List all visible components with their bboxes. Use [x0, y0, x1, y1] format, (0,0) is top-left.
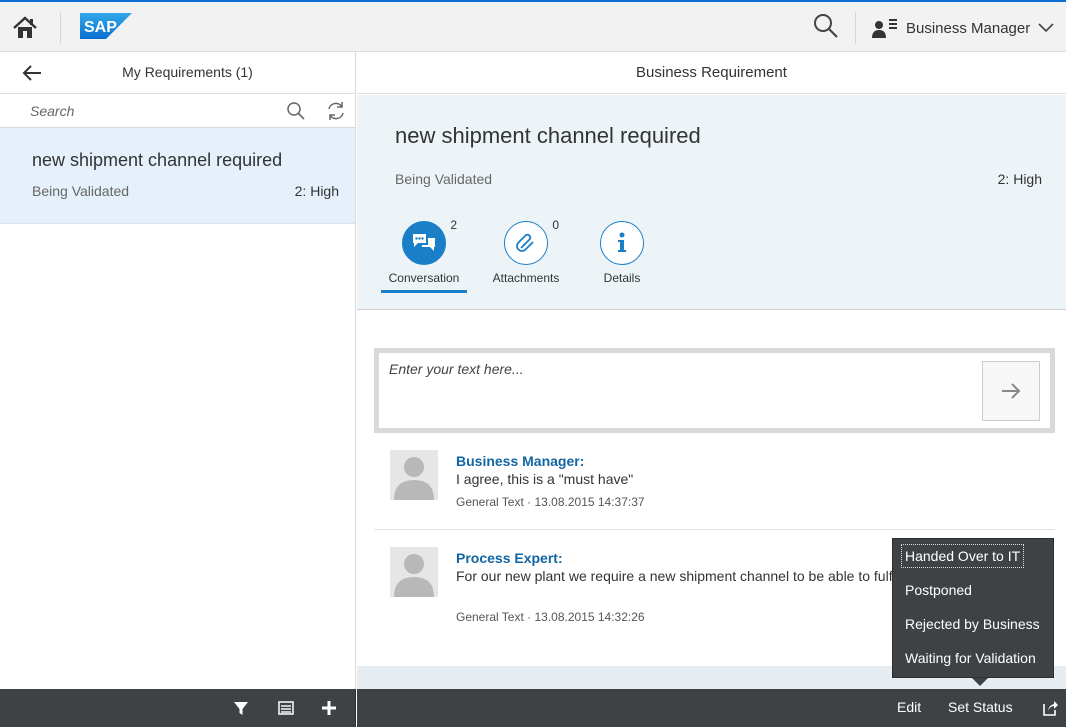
- object-header: new shipment channel required Being Vali…: [357, 95, 1066, 310]
- status-option-handed-over-to-it[interactable]: Handed Over to IT: [893, 539, 1053, 573]
- feed-text-input[interactable]: [379, 353, 974, 428]
- user-icon: [872, 19, 897, 38]
- popover-arrow: [972, 678, 988, 686]
- divider: [855, 12, 856, 44]
- conversation-icon: [413, 234, 435, 251]
- user-name: Business Manager: [906, 19, 1031, 37]
- feed-meta: General Text · 13.08.2015 14:32:26: [456, 610, 645, 624]
- avatar: [390, 547, 438, 597]
- logo-text: SAP: [84, 19, 117, 36]
- feed-sender[interactable]: Business Manager:: [456, 453, 584, 469]
- attachments-tab-circle: 0: [504, 218, 559, 265]
- user-menu[interactable]: Business Manager: [872, 16, 1054, 40]
- search-icon[interactable]: [812, 12, 840, 40]
- home-icon[interactable]: [10, 14, 40, 42]
- object-status: Being Validated: [395, 171, 493, 187]
- feed-input-area: [379, 353, 1050, 428]
- tab-details[interactable]: Details: [577, 221, 667, 285]
- master-title: My Requirements (1): [122, 64, 253, 80]
- status-option-label: Postponed: [905, 582, 972, 598]
- detail-title: Business Requirement: [357, 52, 1066, 94]
- master-footer: [0, 689, 356, 727]
- set-status-popover: Handed Over to IT Postponed Rejected by …: [892, 538, 1054, 678]
- object-title: new shipment channel required: [395, 123, 701, 148]
- master-pane: My Requirements (1) new shipment channel…: [0, 52, 356, 689]
- master-header: My Requirements (1): [0, 52, 355, 94]
- status-option-postponed[interactable]: Postponed: [893, 573, 1053, 607]
- tab-label: Details: [603, 271, 641, 285]
- feed-meta: General Text · 13.08.2015 14:37:37: [456, 495, 645, 509]
- avatar: [390, 450, 438, 500]
- feed-input-container: [374, 348, 1055, 433]
- send-button[interactable]: [982, 361, 1040, 421]
- search-icon[interactable]: [286, 101, 306, 121]
- tab-selected-indicator: [381, 290, 467, 293]
- edit-button[interactable]: Edit: [897, 699, 921, 715]
- feed-sender[interactable]: Process Expert:: [456, 550, 563, 566]
- group-icon[interactable]: [277, 699, 295, 717]
- feed-text: I agree, this is a "must have": [456, 471, 634, 487]
- tab-label: Attachments: [492, 271, 560, 285]
- details-tab-circle: [600, 221, 644, 265]
- paperclip-icon: [516, 233, 534, 252]
- tab-conversation[interactable]: 2 Conversation: [379, 218, 469, 293]
- feed-entry: Business Manager: I agree, this is a "mu…: [374, 450, 1055, 520]
- feed-divider: [374, 529, 1055, 530]
- list-item-title: new shipment channel required: [32, 150, 283, 170]
- shell-header: SAP Business Manager: [0, 0, 1066, 52]
- list-item[interactable]: new shipment channel required Being Vali…: [0, 128, 355, 224]
- status-option-waiting-for-validation[interactable]: Waiting for Validation: [893, 641, 1053, 675]
- sap-logo[interactable]: SAP: [80, 13, 132, 39]
- divider: [60, 12, 61, 44]
- list-item-priority: 2: High: [294, 183, 339, 199]
- filter-icon[interactable]: [232, 699, 250, 717]
- set-status-button[interactable]: Set Status: [948, 699, 1013, 715]
- refresh-icon[interactable]: [325, 100, 347, 122]
- search-input[interactable]: [0, 94, 280, 127]
- info-icon: [618, 232, 626, 252]
- share-icon[interactable]: [1041, 699, 1059, 717]
- tab-count: 0: [552, 218, 559, 232]
- status-option-label: Waiting for Validation: [905, 650, 1036, 666]
- search-bar: [0, 94, 355, 128]
- object-priority: 2: High: [997, 171, 1042, 187]
- chevron-down-icon: [1038, 23, 1054, 33]
- add-icon[interactable]: [320, 699, 338, 717]
- tab-attachments[interactable]: 0 Attachments: [481, 218, 571, 285]
- tab-label: Conversation: [388, 271, 460, 285]
- status-option-label: Handed Over to IT: [900, 544, 1025, 568]
- tab-count: 2: [450, 218, 457, 232]
- list-item-status: Being Validated: [32, 183, 130, 199]
- status-option-label: Rejected by Business: [905, 616, 1040, 632]
- detail-footer: Edit Set Status: [357, 689, 1066, 727]
- arrow-right-icon: [1002, 383, 1021, 399]
- status-option-rejected-by-business[interactable]: Rejected by Business: [893, 607, 1053, 641]
- conversation-tab-circle: 2: [402, 218, 457, 265]
